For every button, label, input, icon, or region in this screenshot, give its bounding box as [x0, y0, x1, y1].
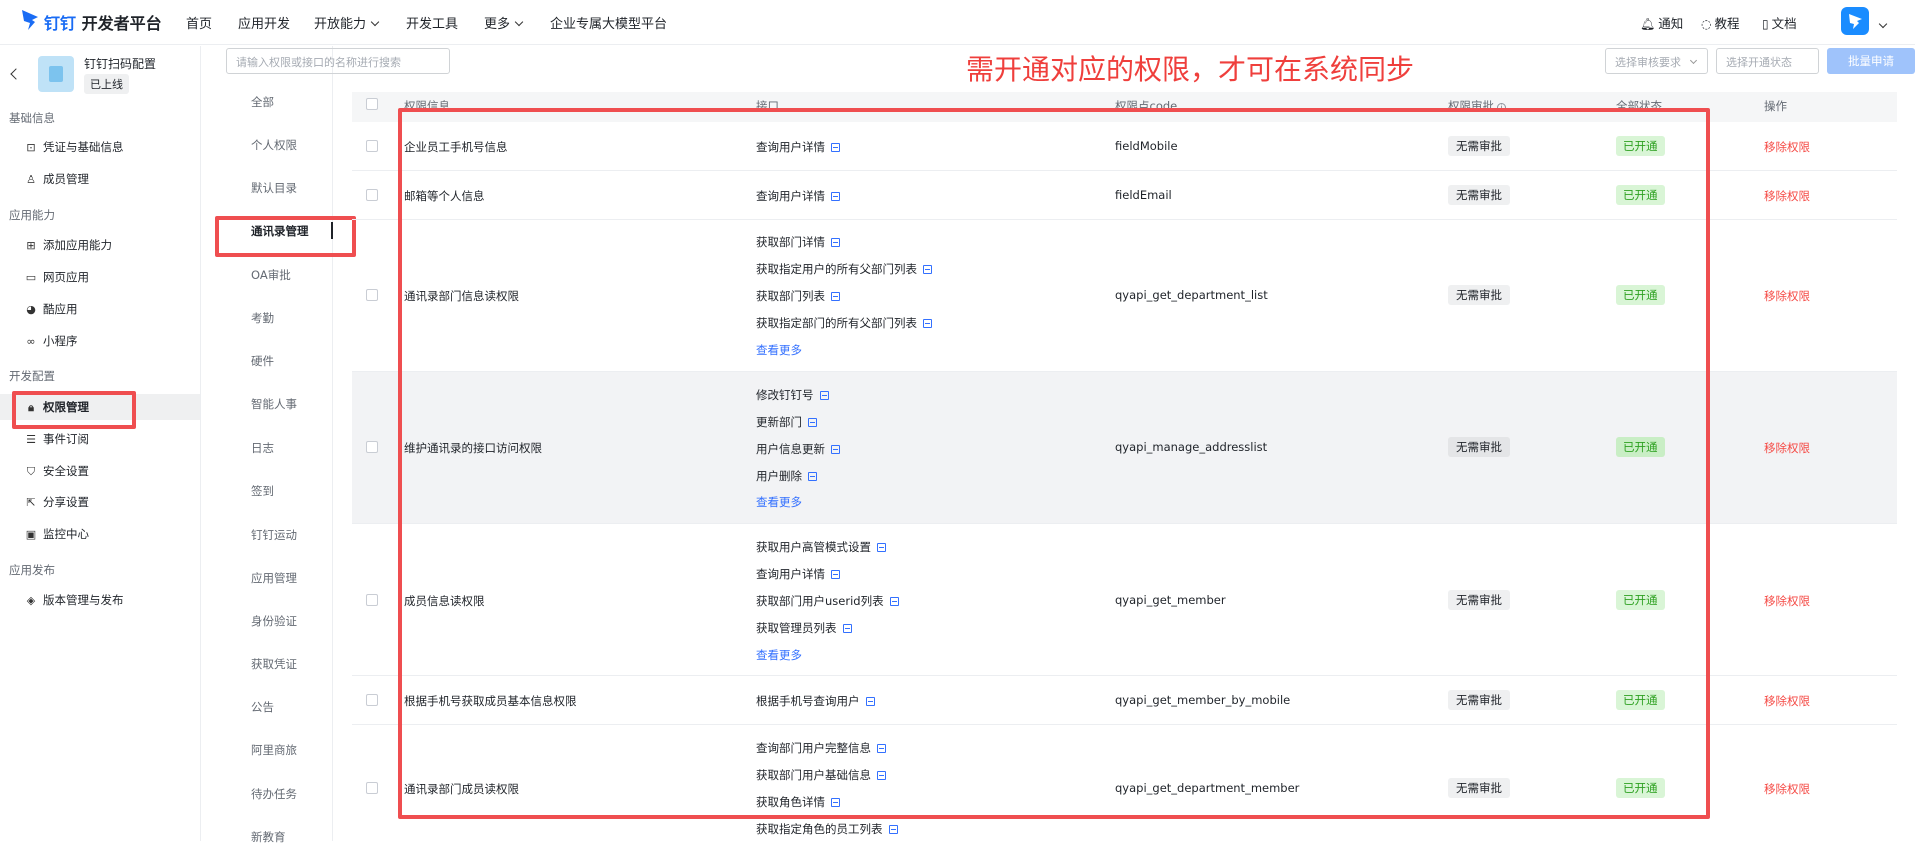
shield-icon: ⛉	[26, 465, 36, 478]
sidebar-item-credentials[interactable]: ⊡ 凭证与基础信息	[12, 134, 200, 160]
highlight-box-table	[398, 108, 1710, 819]
api-link[interactable]: 获取指定角色的员工列表	[756, 821, 898, 837]
chevron-down-icon[interactable]	[1878, 19, 1888, 29]
docs-link[interactable]: ▯ 文档	[1762, 13, 1797, 32]
review-select[interactable]: 选择审核要求	[1605, 48, 1708, 74]
category-hardware[interactable]: 硬件	[251, 353, 274, 369]
category-auth[interactable]: 身份验证	[251, 613, 297, 629]
credential-icon: ⊡	[26, 141, 36, 154]
browser-icon: ▭	[25, 271, 37, 284]
sidebar-item-versions[interactable]: ◈ 版本管理与发布	[12, 587, 200, 613]
remove-permission-link[interactable]: 移除权限	[1764, 288, 1810, 304]
layers-icon: ◈	[26, 594, 36, 607]
grid-plus-icon: ⊞	[26, 239, 36, 252]
category-todo[interactable]: 待办任务	[251, 786, 297, 802]
remove-permission-link[interactable]: 移除权限	[1764, 188, 1810, 204]
row-checkbox[interactable]	[366, 189, 378, 201]
category-column	[215, 46, 333, 841]
category-oa[interactable]: OA审批	[251, 267, 291, 283]
nav-open-capability[interactable]: 开放能力	[314, 13, 380, 32]
row-checkbox[interactable]	[366, 289, 378, 301]
category-personal[interactable]: 个人权限	[251, 137, 297, 153]
annotation-text: 需开通对应的权限，才可在系统同步	[966, 53, 1415, 86]
category-sport[interactable]: 钉钉运动	[251, 527, 297, 543]
remove-permission-link[interactable]: 移除权限	[1764, 593, 1810, 609]
select-all-checkbox[interactable]	[366, 98, 378, 110]
highlight-box-sidebar	[12, 391, 136, 429]
section-dev-config: 开发配置	[9, 369, 55, 383]
notify-link[interactable]: 🔔︎ 通知	[1640, 13, 1683, 32]
remove-permission-link[interactable]: 移除权限	[1764, 440, 1810, 456]
highlight-box-category	[215, 216, 356, 257]
back-arrow-icon[interactable]	[10, 68, 22, 80]
category-attendance[interactable]: 考勤	[251, 310, 274, 326]
app-icon	[38, 56, 74, 92]
bell-icon: 🔔︎	[1640, 17, 1656, 31]
remove-permission-link[interactable]: 移除权限	[1764, 781, 1810, 797]
nav-home[interactable]: 首页	[186, 13, 212, 32]
category-notice[interactable]: 公告	[251, 699, 274, 715]
top-bar: 钉钉 开发者平台 首页 应用开发 开放能力 开发工具 更多 企业专属大模型平台 …	[0, 0, 1915, 45]
category-credential[interactable]: 获取凭证	[251, 656, 297, 672]
share-icon: ⇱	[26, 496, 36, 509]
category-app-mgmt[interactable]: 应用管理	[251, 570, 297, 586]
sidebar-item-events[interactable]: ☰ 事件订阅	[12, 426, 200, 452]
section-app-capability: 应用能力	[9, 208, 55, 222]
category-all[interactable]: 全部	[251, 94, 274, 110]
chevron-down-icon	[370, 17, 380, 27]
row-checkbox[interactable]	[366, 441, 378, 453]
monitor-icon: ▣	[25, 528, 37, 541]
book-icon: ▯	[1762, 17, 1769, 31]
nav-llm-platform[interactable]: 企业专属大模型平台	[550, 13, 667, 32]
category-hr[interactable]: 智能人事	[251, 396, 297, 412]
sidebar-item-members[interactable]: ♙ 成员管理	[12, 166, 200, 192]
doc-icon[interactable]	[888, 825, 898, 834]
status-badge: 已上线	[84, 74, 129, 94]
chevron-down-icon	[514, 17, 524, 27]
status-select[interactable]: 选择开通状态	[1716, 48, 1819, 74]
nav-app-dev[interactable]: 应用开发	[238, 13, 290, 32]
sidebar-item-cool-app[interactable]: ◕ 酷应用	[12, 296, 200, 322]
remove-permission-link[interactable]: 移除权限	[1764, 139, 1810, 155]
chevron-down-icon	[1689, 56, 1698, 65]
row-checkbox[interactable]	[366, 694, 378, 706]
tutorial-icon: ◌	[1701, 17, 1712, 31]
row-checkbox[interactable]	[366, 594, 378, 606]
dingtalk-avatar-icon	[1849, 14, 1862, 29]
sidebar-item-add-capability[interactable]: ⊞ 添加应用能力	[12, 232, 200, 258]
link-icon: ∞	[26, 335, 36, 348]
cool-app-icon: ◕	[26, 303, 36, 316]
nav-more[interactable]: 更多	[484, 13, 524, 32]
category-education[interactable]: 新教育	[251, 829, 286, 845]
sidebar-item-monitor[interactable]: ▣ 监控中心	[12, 521, 200, 547]
sidebar-item-security[interactable]: ⛉ 安全设置	[12, 458, 200, 484]
category-checkin[interactable]: 签到	[251, 483, 274, 499]
app-name: 钉钉扫码配置	[84, 57, 157, 71]
platform-logo-text[interactable]: 钉钉 开发者平台	[44, 10, 162, 34]
sidebar: 钉钉扫码配置 已上线 基础信息 ⊡ 凭证与基础信息 ♙ 成员管理 应用能力 ⊞ 添加应…	[0, 46, 201, 841]
sidebar-item-mini-program[interactable]: ∞ 小程序	[12, 328, 200, 354]
section-release: 应用发布	[9, 563, 55, 577]
category-default[interactable]: 默认目录	[251, 180, 297, 196]
event-icon: ☰	[26, 433, 36, 446]
tutorial-link[interactable]: ◌ 教程	[1701, 13, 1740, 32]
remove-permission-link[interactable]: 移除权限	[1764, 693, 1810, 709]
sidebar-item-web-app[interactable]: ▭ 网页应用	[12, 264, 200, 290]
batch-apply-button[interactable]: 批量申请	[1827, 48, 1915, 74]
category-log[interactable]: 日志	[251, 440, 274, 456]
nav-dev-tools[interactable]: 开发工具	[406, 13, 458, 32]
section-basic-info: 基础信息	[9, 111, 55, 125]
user-icon: ♙	[26, 173, 36, 186]
category-travel[interactable]: 阿里商旅	[251, 742, 297, 758]
dingtalk-logo-icon[interactable]	[20, 8, 40, 32]
sidebar-item-share[interactable]: ⇱ 分享设置	[12, 489, 200, 515]
col-action: 操作	[1764, 99, 1787, 113]
row-checkbox[interactable]	[366, 782, 378, 794]
avatar[interactable]	[1841, 7, 1869, 35]
row-checkbox[interactable]	[366, 140, 378, 152]
search-input[interactable]: 请输入权限或接口的名称进行搜索	[226, 48, 450, 74]
